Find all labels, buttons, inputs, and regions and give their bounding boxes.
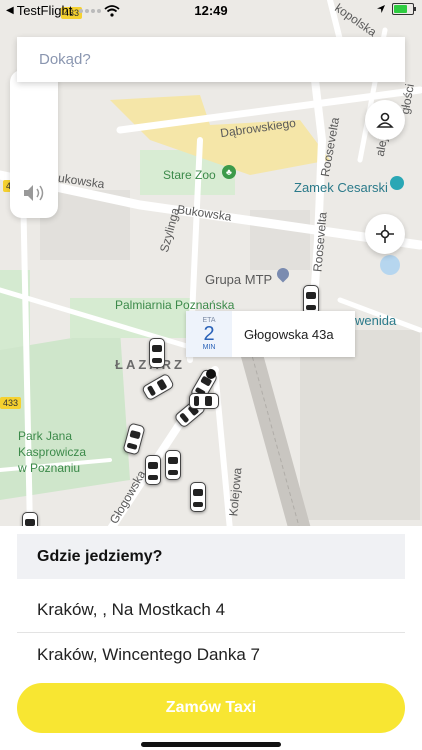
recent-destination-label: Kraków, , Na Mostkach 4 [37, 599, 226, 619]
bottom-sheet: Gdzie jedziemy? Kraków, , Na Mostkach 4 … [0, 526, 422, 750]
taxi-marker [145, 455, 161, 485]
profile-button[interactable] [365, 100, 405, 140]
destination-input[interactable] [37, 50, 381, 69]
speaker-icon[interactable] [22, 182, 48, 204]
sheet-title: Gdzie jedziemy? [17, 534, 405, 579]
poi-park-label: Park Jana Kasprowicza w Poznaniu [18, 429, 87, 475]
poi-palmiarnia-label: Palmiarnia Poznańska [115, 298, 235, 312]
taxi-marker [165, 450, 181, 480]
road-shield: 433 [0, 397, 22, 409]
taxi-marker [149, 338, 165, 368]
zoo-poi-icon: ♣ [222, 165, 236, 179]
locate-me-button[interactable] [365, 214, 405, 254]
location-arrow-icon [377, 5, 385, 13]
battery-level [394, 5, 407, 13]
poi-stare-zoo-label: Stare Zoo [163, 168, 216, 182]
clock: 12:49 [194, 3, 228, 18]
poi-avenida-label: wenida [355, 313, 397, 328]
taxi-marker [189, 393, 219, 409]
status-bar: ◀ TestFlight 12:49 [0, 0, 422, 22]
poi-grupa-mtp-label: Grupa MTP [205, 272, 273, 287]
side-panel [10, 70, 58, 218]
eta-value: 2 [203, 323, 215, 345]
eta-unit: MIN [202, 344, 216, 351]
recent-destination-label: Kraków, Wincentego Danka 7 [37, 644, 261, 664]
order-taxi-button[interactable]: Zamów Taxi [17, 683, 405, 733]
recent-destination-item[interactable]: Kraków, Wincentego Danka 7 [17, 632, 405, 677]
sheet-title-label: Gdzie jedziemy? [37, 547, 163, 565]
crosshair-icon [376, 225, 394, 243]
taxi-marker [190, 482, 206, 512]
battery-icon [392, 3, 416, 15]
poi-zamek-label: Zamek Cesarski [294, 180, 388, 195]
castle-poi-icon [390, 176, 404, 190]
pickup-address: Głogowska 43a [244, 326, 334, 342]
pickup-eta-bubble[interactable]: ETA 2 MIN Głogowska 43a [186, 311, 355, 357]
home-indicator[interactable] [141, 742, 281, 747]
eta-box: ETA 2 MIN [186, 311, 232, 357]
pickup-pin [206, 369, 216, 379]
destination-search-box[interactable] [17, 37, 405, 82]
recent-destination-item[interactable]: Kraków, , Na Mostkach 4 [17, 587, 405, 633]
user-icon [376, 112, 394, 128]
